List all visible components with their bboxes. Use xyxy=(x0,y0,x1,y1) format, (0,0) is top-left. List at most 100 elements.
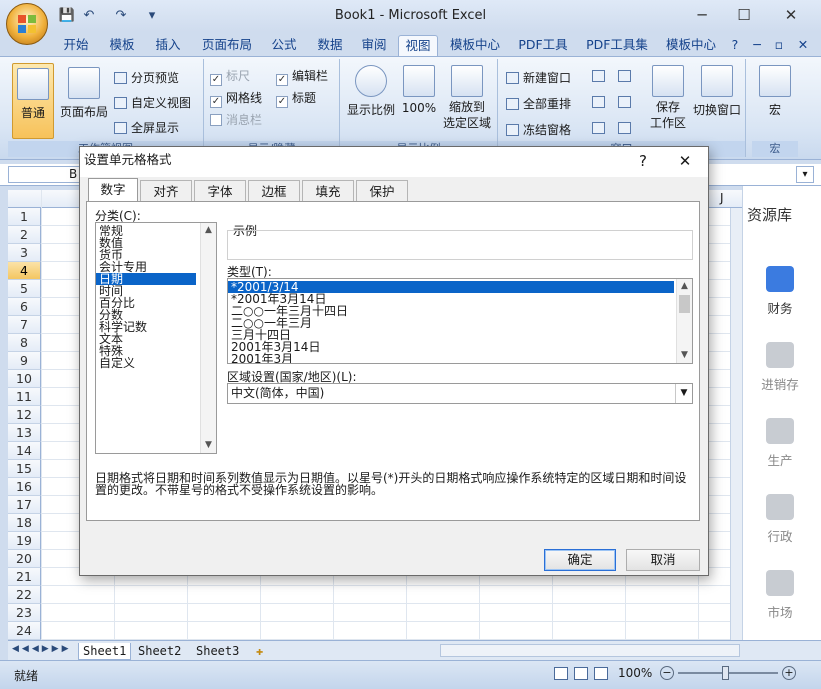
scroll-down-icon[interactable]: ▼ xyxy=(201,438,216,453)
ribbon-restore-button[interactable]: ▫ xyxy=(770,35,788,56)
row-header[interactable]: 9 xyxy=(8,352,41,370)
vertical-scrollbar[interactable] xyxy=(730,208,742,640)
row-header[interactable]: 19 xyxy=(8,532,41,550)
row-header[interactable]: 11 xyxy=(8,388,41,406)
reset-window-button[interactable] xyxy=(618,121,635,135)
sheet-tab-2[interactable]: Sheet2 xyxy=(134,643,185,660)
category-list[interactable]: 常规 数值 货币 会计专用 日期 时间 百分比 分数 科学记数 文本 特殊 自定义 ▲ ▼ xyxy=(95,222,217,454)
freeze-panes-button[interactable]: 冻结窗格 xyxy=(506,121,571,138)
row-header[interactable]: 24 xyxy=(8,622,41,640)
switch-windows-button[interactable]: 切换窗口 xyxy=(692,65,742,118)
row-header[interactable]: 23 xyxy=(8,604,41,622)
dialog-tab-protection[interactable]: 保护 xyxy=(356,180,408,202)
tab-view[interactable]: 视图 xyxy=(398,35,438,56)
tab-pdf-tools[interactable]: PDF工具 xyxy=(512,35,574,56)
type-scrollbar[interactable]: ▲ ▼ xyxy=(676,279,692,363)
row-header[interactable]: 22 xyxy=(8,586,41,604)
zoom-level[interactable]: 100% xyxy=(618,666,652,680)
macros-button[interactable]: 宏 xyxy=(756,65,794,118)
tab-template-center[interactable]: 模板中心 xyxy=(444,35,506,56)
maximize-button[interactable]: ☐ xyxy=(724,4,764,26)
name-box[interactable]: B xyxy=(8,166,80,183)
tab-page-layout[interactable]: 页面布局 xyxy=(196,35,258,56)
resource-item-market[interactable]: 市场 xyxy=(743,570,817,621)
row-header[interactable]: 1 xyxy=(8,208,41,226)
row-header[interactable]: 5 xyxy=(8,280,41,298)
sheet-tab-1[interactable]: Sheet1 xyxy=(78,643,132,660)
row-header[interactable]: 20 xyxy=(8,550,41,568)
save-workspace-button[interactable]: 保存 工作区 xyxy=(646,65,690,131)
hide-button[interactable] xyxy=(592,95,609,109)
arrange-all-button[interactable]: 全部重排 xyxy=(506,95,571,112)
sync-scroll-button[interactable] xyxy=(618,95,635,109)
tab-home[interactable]: 开始 xyxy=(56,35,96,56)
tab-review[interactable]: 审阅 xyxy=(354,35,394,56)
unhide-button[interactable] xyxy=(592,121,609,135)
page-layout-status-icon[interactable] xyxy=(574,667,588,680)
zoom-slider-thumb[interactable] xyxy=(722,666,729,680)
resource-library-title[interactable]: 资源库 xyxy=(747,204,792,225)
office-button[interactable] xyxy=(6,3,48,45)
scroll-down-icon[interactable]: ▼ xyxy=(677,348,692,363)
page-layout-view-button[interactable]: 页面布局 xyxy=(58,67,110,120)
row-header[interactable]: 18 xyxy=(8,514,41,532)
zoom-button[interactable]: 显示比例 xyxy=(344,65,398,118)
resource-item-inventory[interactable]: 进销存 xyxy=(743,342,817,393)
zoom-100-button[interactable]: 100% xyxy=(400,65,438,115)
zoom-in-icon[interactable]: + xyxy=(782,666,796,680)
full-screen-button[interactable]: 全屏显示 xyxy=(114,119,179,136)
resource-item-finance[interactable]: 财务 xyxy=(743,266,817,317)
chevron-down-icon[interactable]: ▼ xyxy=(675,384,692,403)
tab-insert[interactable]: 插入 xyxy=(148,35,188,56)
minimize-button[interactable]: ─ xyxy=(682,4,722,26)
ok-button[interactable]: 确定 xyxy=(544,549,616,571)
date-type-item[interactable]: 二○○一年三月 xyxy=(228,317,674,329)
scroll-up-icon[interactable]: ▲ xyxy=(201,223,216,238)
type-scroll-thumb[interactable] xyxy=(679,295,690,313)
ribbon-minimize-button[interactable]: ─ xyxy=(748,35,766,56)
resource-item-admin[interactable]: 行政 xyxy=(743,494,817,545)
row-header[interactable]: 21 xyxy=(8,568,41,586)
type-list[interactable]: *2001/3/14 *2001年3月14日 二○○一年三月十四日 二○○一年三月 三月… xyxy=(227,278,693,364)
gridlines-checkbox[interactable]: ✓ 网格线 xyxy=(210,89,262,108)
row-header[interactable]: 16 xyxy=(8,478,41,496)
row-header[interactable]: 6 xyxy=(8,298,41,316)
date-type-item[interactable]: 2001年3月 xyxy=(228,353,674,363)
tab-data[interactable]: 数据 xyxy=(310,35,350,56)
dialog-help-button[interactable]: ? xyxy=(632,151,654,171)
dialog-tab-number[interactable]: 数字 xyxy=(88,178,138,203)
row-header[interactable]: 14 xyxy=(8,442,41,460)
column-header-j[interactable]: J xyxy=(720,191,724,205)
custom-views-button[interactable]: 自定义视图 xyxy=(114,94,191,111)
dialog-tab-font[interactable]: 字体 xyxy=(194,180,246,202)
cancel-button[interactable]: 取消 xyxy=(626,549,700,571)
dialog-tab-fill[interactable]: 填充 xyxy=(302,180,354,202)
date-type-item[interactable]: 2001年3月14日 xyxy=(228,341,674,353)
row-header[interactable]: 4 xyxy=(8,262,41,280)
sheet-nav-arrows-icon[interactable]: ◀◀◀▶▶▶ xyxy=(12,644,72,654)
sheet-tab-3[interactable]: Sheet3 xyxy=(192,643,243,660)
row-header[interactable]: 17 xyxy=(8,496,41,514)
message-bar-checkbox[interactable]: 消息栏 xyxy=(210,111,262,128)
formula-bar-checkbox[interactable]: ✓ 编辑栏 xyxy=(276,67,328,86)
expand-formula-bar-icon[interactable]: ▾ xyxy=(796,166,814,183)
row-header[interactable]: 3 xyxy=(8,244,41,262)
dialog-tab-alignment[interactable]: 对齐 xyxy=(140,180,192,202)
tab-formulas[interactable]: 公式 xyxy=(264,35,304,56)
resource-item-production[interactable]: 生产 xyxy=(743,418,817,469)
normal-view-button[interactable]: 普通 xyxy=(12,63,54,139)
tab-pdf-toolset[interactable]: PDF工具集 xyxy=(580,35,654,56)
help-icon[interactable]: ? xyxy=(726,35,744,56)
row-header[interactable]: 8 xyxy=(8,334,41,352)
view-side-by-side-button[interactable] xyxy=(618,69,635,83)
new-window-button[interactable]: 新建窗口 xyxy=(506,69,571,86)
row-header[interactable]: 15 xyxy=(8,460,41,478)
scroll-up-icon[interactable]: ▲ xyxy=(677,279,692,294)
row-header[interactable]: 12 xyxy=(8,406,41,424)
dialog-tab-border[interactable]: 边框 xyxy=(248,180,300,202)
tab-templates[interactable]: 模板 xyxy=(102,35,142,56)
row-header[interactable]: 10 xyxy=(8,370,41,388)
insert-sheet-icon[interactable]: ✚ xyxy=(252,643,267,660)
split-button[interactable] xyxy=(592,69,609,83)
headings-checkbox[interactable]: ✓ 标题 xyxy=(276,89,316,108)
